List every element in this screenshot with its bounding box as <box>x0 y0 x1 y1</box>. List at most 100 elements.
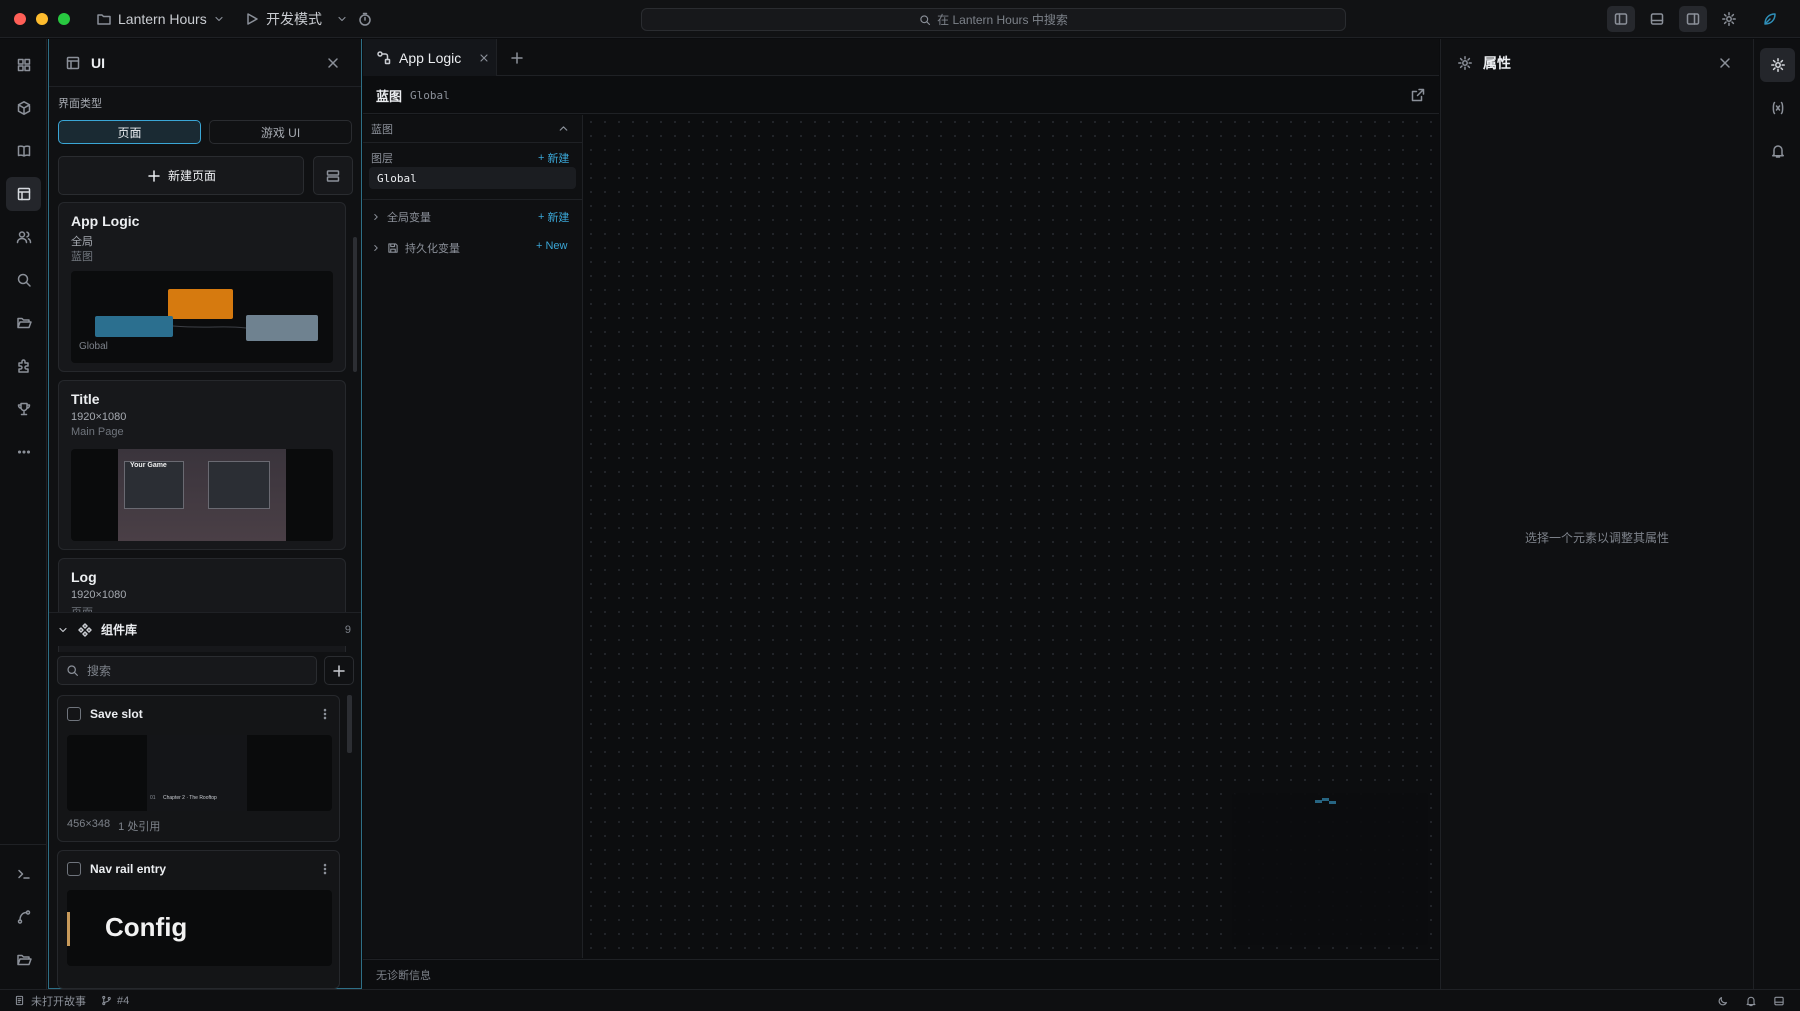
rail-search[interactable] <box>6 263 41 297</box>
close-panel-icon[interactable] <box>325 55 341 71</box>
gear-icon <box>1770 58 1785 72</box>
component-list-scrollbar[interactable] <box>347 695 352 753</box>
more-vertical-icon[interactable] <box>318 862 332 876</box>
page-thumbnail: Global <box>71 271 333 363</box>
rail-characters[interactable] <box>6 220 41 254</box>
component-search-input[interactable]: 搜索 <box>57 656 317 685</box>
template-button[interactable] <box>313 156 353 195</box>
story-status[interactable]: 未打开故事 <box>14 993 86 1009</box>
rail-variables[interactable] <box>1760 91 1795 125</box>
rail-more[interactable] <box>6 435 41 469</box>
status-bar: 未打开故事 #4 <box>0 989 1800 1011</box>
rail-terminal[interactable] <box>6 857 41 891</box>
toggle-bottom-panel-button[interactable] <box>1643 6 1671 32</box>
right-sidebar-icon <box>1686 13 1700 25</box>
persistent-vars-row[interactable]: 持久化变量 <box>371 240 460 256</box>
branch-status[interactable]: #4 <box>101 995 129 1007</box>
rail-git[interactable] <box>6 900 41 934</box>
component-card-nav-rail-entry[interactable]: Nav rail entry Config <box>57 850 340 989</box>
variable-icon <box>1772 101 1783 115</box>
leaf-icon <box>1764 13 1776 25</box>
new-tab-icon[interactable] <box>509 50 525 66</box>
nav-entry-text: Config <box>105 912 188 942</box>
project-selector[interactable]: Lantern Hours <box>96 0 225 38</box>
leaf-button[interactable] <box>1756 6 1784 32</box>
rail-ui[interactable] <box>6 177 41 211</box>
new-persistent-var-button[interactable]: + New <box>536 240 567 252</box>
component-refs: 1 处引用 <box>118 821 161 833</box>
rail-achievements[interactable] <box>6 392 41 426</box>
close-panel-icon[interactable] <box>1717 55 1733 71</box>
component-checkbox[interactable] <box>67 707 81 721</box>
minimize-window-button[interactable] <box>36 13 48 25</box>
thumbnail-label: Global <box>79 341 108 352</box>
divider <box>363 199 582 200</box>
tab-app-logic[interactable]: App Logic <box>363 39 497 76</box>
properties-title: 属性 <box>1483 55 1511 71</box>
folder-open-icon <box>16 954 32 966</box>
new-page-button[interactable]: 新建页面 <box>58 156 304 195</box>
rail-plugins[interactable] <box>6 349 41 383</box>
close-tab-icon[interactable] <box>478 52 490 64</box>
gear-icon <box>1722 12 1736 26</box>
branch-icon <box>17 910 30 924</box>
title-bar: Lantern Hours 开发模式 在 Lantern Hours 中搜索 <box>0 0 1800 38</box>
rail-dashboard[interactable] <box>6 48 41 82</box>
page-card-app-logic[interactable]: App Logic 全局 蓝图 Global <box>58 202 346 372</box>
story-status-text: 未打开故事 <box>31 995 86 1008</box>
rail-story[interactable] <box>6 134 41 168</box>
new-global-var-button[interactable]: + 新建 <box>538 209 569 225</box>
slot-chapter: Chapter 2 · The Rooftop <box>163 795 217 801</box>
more-vertical-icon[interactable] <box>318 707 332 721</box>
new-layer-button[interactable]: + 新建 <box>538 150 569 166</box>
bell-icon[interactable] <box>1745 995 1757 1007</box>
component-card-save-slot[interactable]: Save slot 01 Chapter 2 · The Rooftop 456… <box>57 695 340 842</box>
toggle-right-panel-button[interactable] <box>1679 6 1707 32</box>
toggle-left-panel-button[interactable] <box>1607 6 1635 32</box>
blueprint-section-header[interactable]: 蓝图 <box>363 115 582 143</box>
right-rail <box>1753 39 1800 989</box>
new-page-label: 新建页面 <box>167 169 216 183</box>
segment-game-ui[interactable]: 游戏 UI <box>209 120 352 144</box>
zoom-window-button[interactable] <box>58 13 70 25</box>
segment-page[interactable]: 页面 <box>58 120 201 144</box>
layer-item-global[interactable]: Global <box>369 167 576 189</box>
puzzle-icon <box>17 359 29 373</box>
rail-properties[interactable] <box>1760 48 1795 82</box>
panel-icon[interactable] <box>1773 995 1785 1007</box>
global-vars-row[interactable]: 全局变量 <box>371 209 431 225</box>
folder-icon <box>97 14 111 25</box>
rail-assets[interactable] <box>6 91 41 125</box>
component-checkbox[interactable] <box>67 862 81 876</box>
document-icon <box>15 995 24 1006</box>
diagnostics-bar: 无诊断信息 <box>363 959 1439 989</box>
mode-selector[interactable]: 开发模式 <box>244 0 348 38</box>
component-library-header[interactable]: 组件库 9 <box>49 612 361 646</box>
close-window-button[interactable] <box>14 13 26 25</box>
rail-files[interactable] <box>6 306 41 340</box>
timer-icon <box>359 12 371 26</box>
blueprint-canvas[interactable] <box>584 115 1439 958</box>
ui-panel-header: UI <box>49 39 361 87</box>
moon-icon[interactable] <box>1717 995 1729 1007</box>
minimap[interactable] <box>1232 793 1428 945</box>
chevron-up-icon <box>559 126 568 131</box>
layout-icon <box>66 56 80 69</box>
add-component-button[interactable] <box>324 656 354 685</box>
page-subtitle: 全局 <box>71 236 93 248</box>
settings-button[interactable] <box>1715 6 1743 32</box>
chevron-right-icon <box>374 245 378 251</box>
external-link-icon[interactable] <box>1410 87 1426 103</box>
trophy-icon <box>17 402 30 416</box>
page-card-title[interactable]: Title 1920×1080 Main Page Your Game <box>58 380 346 550</box>
global-search-input[interactable]: 在 Lantern Hours 中搜索 <box>641 8 1346 31</box>
timer-button[interactable] <box>357 0 373 38</box>
properties-header: 属性 <box>1441 39 1753 87</box>
page-type: Main Page <box>71 426 124 438</box>
properties-empty-hint: 选择一个元素以调整其属性 <box>1524 531 1669 545</box>
rail-explorer[interactable] <box>6 943 41 977</box>
component-search-placeholder: 搜索 <box>87 664 112 678</box>
page-list-scrollbar[interactable] <box>353 237 357 372</box>
activity-rail <box>0 39 47 989</box>
rail-notifications[interactable] <box>1760 134 1795 168</box>
